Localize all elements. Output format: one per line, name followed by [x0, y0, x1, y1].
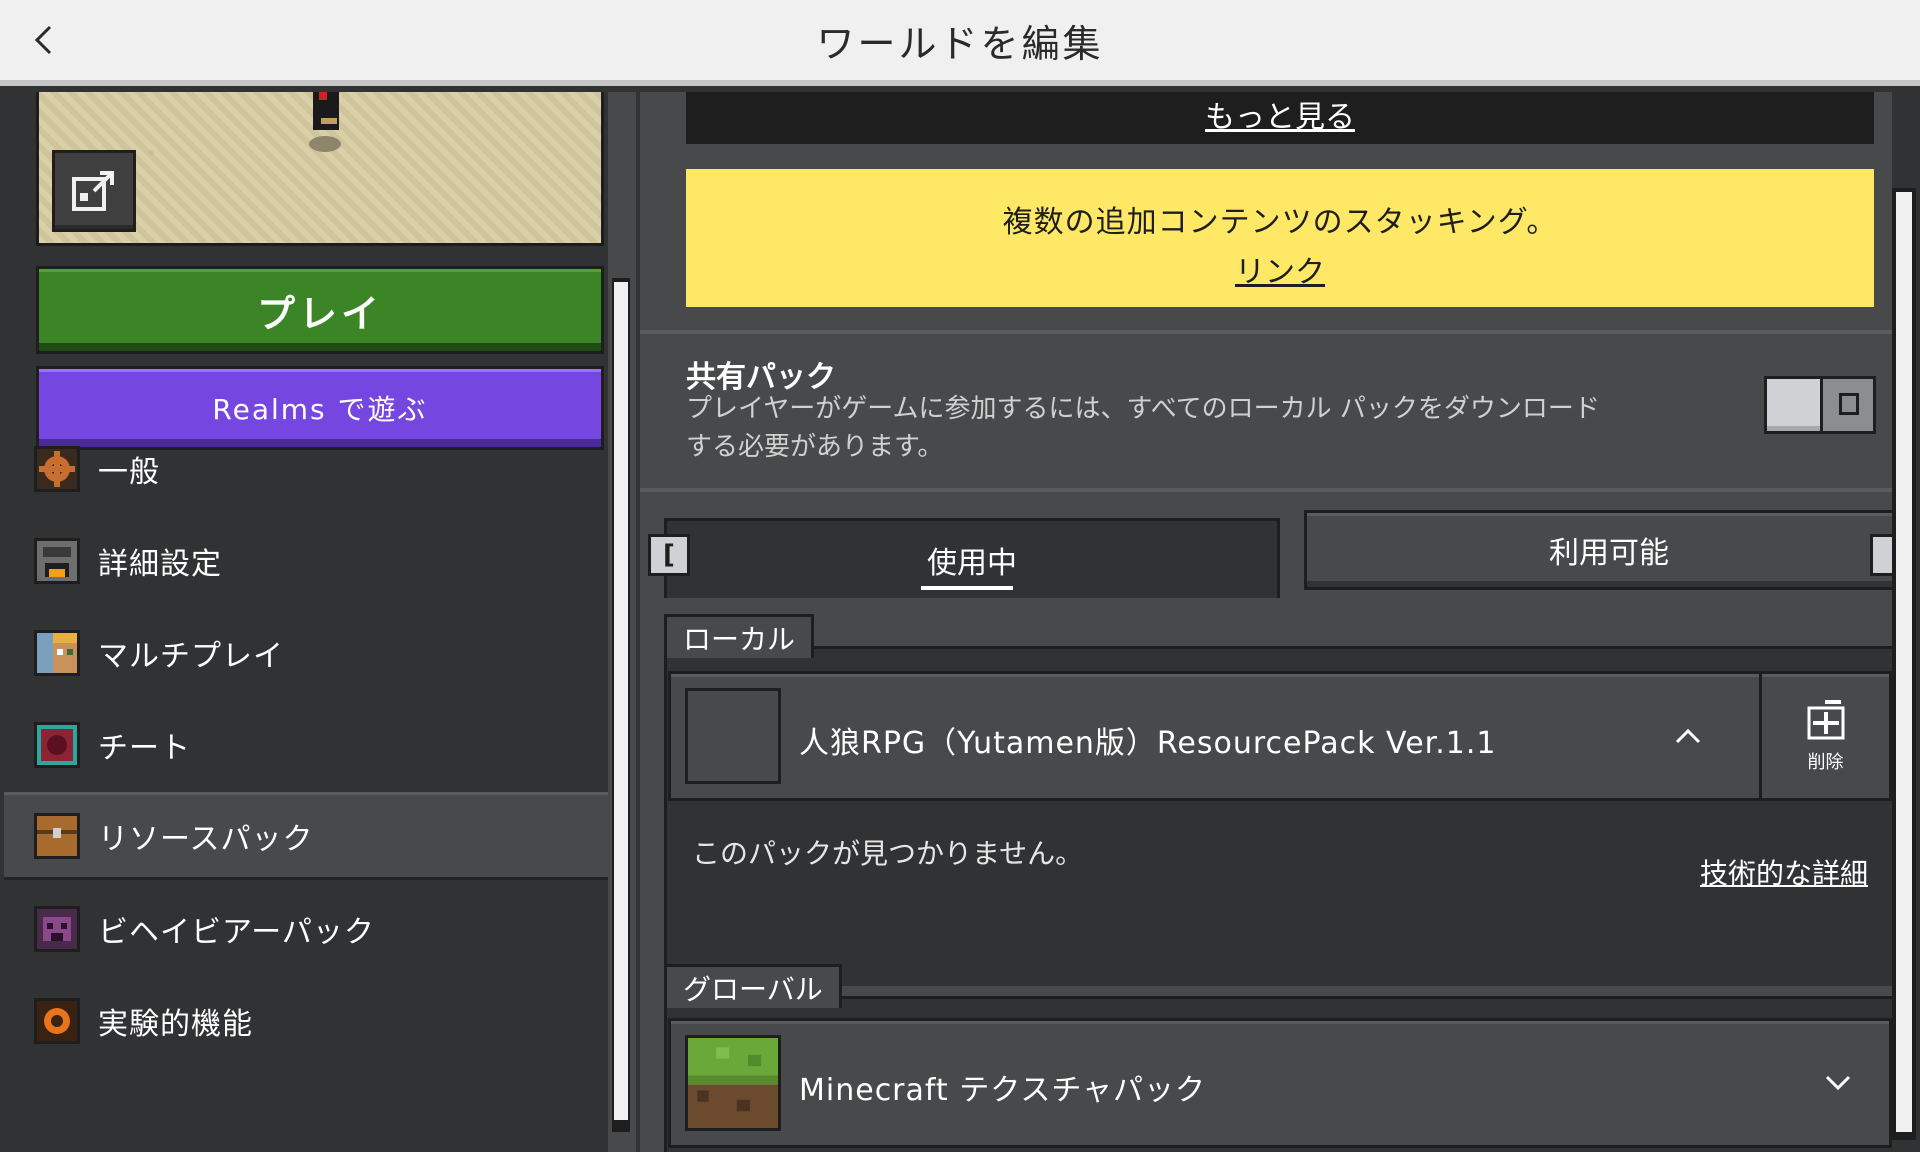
creeper-icon	[34, 906, 80, 952]
tab-available-label: 利用可能	[1549, 536, 1669, 571]
divider	[640, 330, 1892, 334]
local-section-tab: ローカル	[664, 614, 815, 658]
notice-link[interactable]: リンク	[686, 247, 1874, 291]
gear-icon	[34, 446, 80, 492]
sidebar-item-behavior-packs[interactable]: ビヘイビアーパック	[4, 885, 608, 973]
sidebar-item-label: リソースパック	[98, 822, 314, 857]
pack-name: Minecraft テクスチャパック	[799, 1073, 1207, 1108]
right-bracket-key-hint-icon	[1870, 534, 1892, 576]
pack-tabs: 使用中 利用可能	[664, 510, 1892, 598]
delete-icon	[1807, 700, 1844, 740]
sidebar-item-cheats[interactable]: チート	[4, 701, 608, 789]
left-bracket-key-hint-icon: [	[648, 534, 690, 576]
sidebar-item-label: マルチプレイ	[98, 639, 284, 674]
pack-icon-placeholder	[685, 688, 781, 784]
global-section-tab: グローバル	[664, 964, 842, 1008]
tab-underline	[921, 586, 1013, 590]
world-thumbnail	[36, 92, 604, 246]
player-face-icon	[34, 630, 80, 676]
back-button[interactable]	[20, 17, 66, 63]
tab-available[interactable]: 利用可能	[1304, 510, 1892, 590]
grass-block-icon	[685, 1035, 781, 1131]
page-title: ワールドを編集	[816, 21, 1104, 66]
sidebar-item-experiments[interactable]: 実験的機能	[4, 977, 608, 1065]
sidebar-panel: プレイ Realms で遊ぶ 一般 詳細設定 マルチプレイ チート リソースパッ…	[0, 92, 608, 1152]
content-scrollbar-thumb[interactable]	[1896, 192, 1912, 1132]
sidebar-item-general[interactable]: 一般	[4, 425, 608, 513]
sidebar-scrollbar-upper	[616, 112, 626, 272]
sidebar-scrollbar[interactable]	[612, 278, 630, 1132]
orange-gear-icon	[34, 998, 80, 1044]
sidebar-item-advanced[interactable]: 詳細設定	[4, 517, 608, 605]
sidebar-item-label: チート	[98, 731, 191, 766]
command-block-icon	[34, 722, 80, 768]
info-banner: もっと見る	[686, 92, 1874, 144]
main-content: もっと見る 複数の追加コンテンツのスタッキング。 リンク 共有パック プレイヤー…	[640, 92, 1892, 1152]
edit-image-icon	[72, 171, 114, 211]
edit-thumbnail-button[interactable]	[52, 150, 136, 232]
content-scrollbar[interactable]	[1892, 188, 1916, 1140]
chest-icon	[34, 813, 80, 859]
sidebar-item-label: 一般	[98, 455, 160, 490]
pack-missing-message: このパックが見つかりません。	[692, 837, 1084, 870]
divider	[640, 488, 1892, 492]
toggle-knob	[1767, 379, 1823, 431]
pack-name: 人狼RPG（Yutamen版）ResourcePack Ver.1.1	[799, 726, 1497, 761]
sidebar-item-label: 実験的機能	[98, 1007, 253, 1042]
global-pack-row[interactable]: Minecraft テクスチャパック	[668, 1018, 1892, 1148]
shared-pack-toggle[interactable]	[1764, 376, 1876, 434]
player-figure-icon	[309, 92, 341, 152]
sidebar: プレイ Realms で遊ぶ 一般 詳細設定 マルチプレイ チート リソースパッ…	[0, 92, 636, 1152]
notice-text: 複数の追加コンテンツのスタッキング。	[1002, 205, 1558, 240]
shared-pack-description: プレイヤーがゲームに参加するには、すべてのローカル パックをダウンロードする必要…	[686, 394, 1600, 462]
furnace-icon	[34, 538, 80, 584]
delete-label: 削除	[1807, 752, 1844, 773]
sidebar-item-label: 詳細設定	[98, 547, 222, 582]
sidebar-item-label: ビヘイビアーパック	[98, 915, 375, 950]
delete-button[interactable]: 削除	[1759, 674, 1889, 798]
sidebar-item-multiplayer[interactable]: マルチプレイ	[4, 609, 608, 697]
technical-details-link[interactable]: 技術的な詳細	[1700, 852, 1868, 892]
toggle-off-indicator-icon	[1839, 393, 1859, 415]
sidebar-scrollbar-thumb[interactable]	[614, 282, 628, 1120]
tab-active[interactable]: 使用中	[664, 518, 1280, 598]
tab-active-label: 使用中	[927, 545, 1017, 581]
play-button[interactable]: プレイ	[36, 266, 604, 354]
chevron-down-icon[interactable]	[1821, 1065, 1855, 1099]
chevron-left-icon	[34, 25, 52, 55]
see-more-link[interactable]: もっと見る	[686, 92, 1874, 136]
top-bar: ワールドを編集	[0, 0, 1920, 86]
chevron-up-icon[interactable]	[1671, 720, 1705, 754]
sidebar-item-resource-packs[interactable]: リソースパック	[4, 792, 608, 880]
stacking-notice: 複数の追加コンテンツのスタッキング。 リンク	[686, 169, 1874, 307]
local-pack-row[interactable]: 人狼RPG（Yutamen版）ResourcePack Ver.1.1 削除	[668, 671, 1892, 801]
